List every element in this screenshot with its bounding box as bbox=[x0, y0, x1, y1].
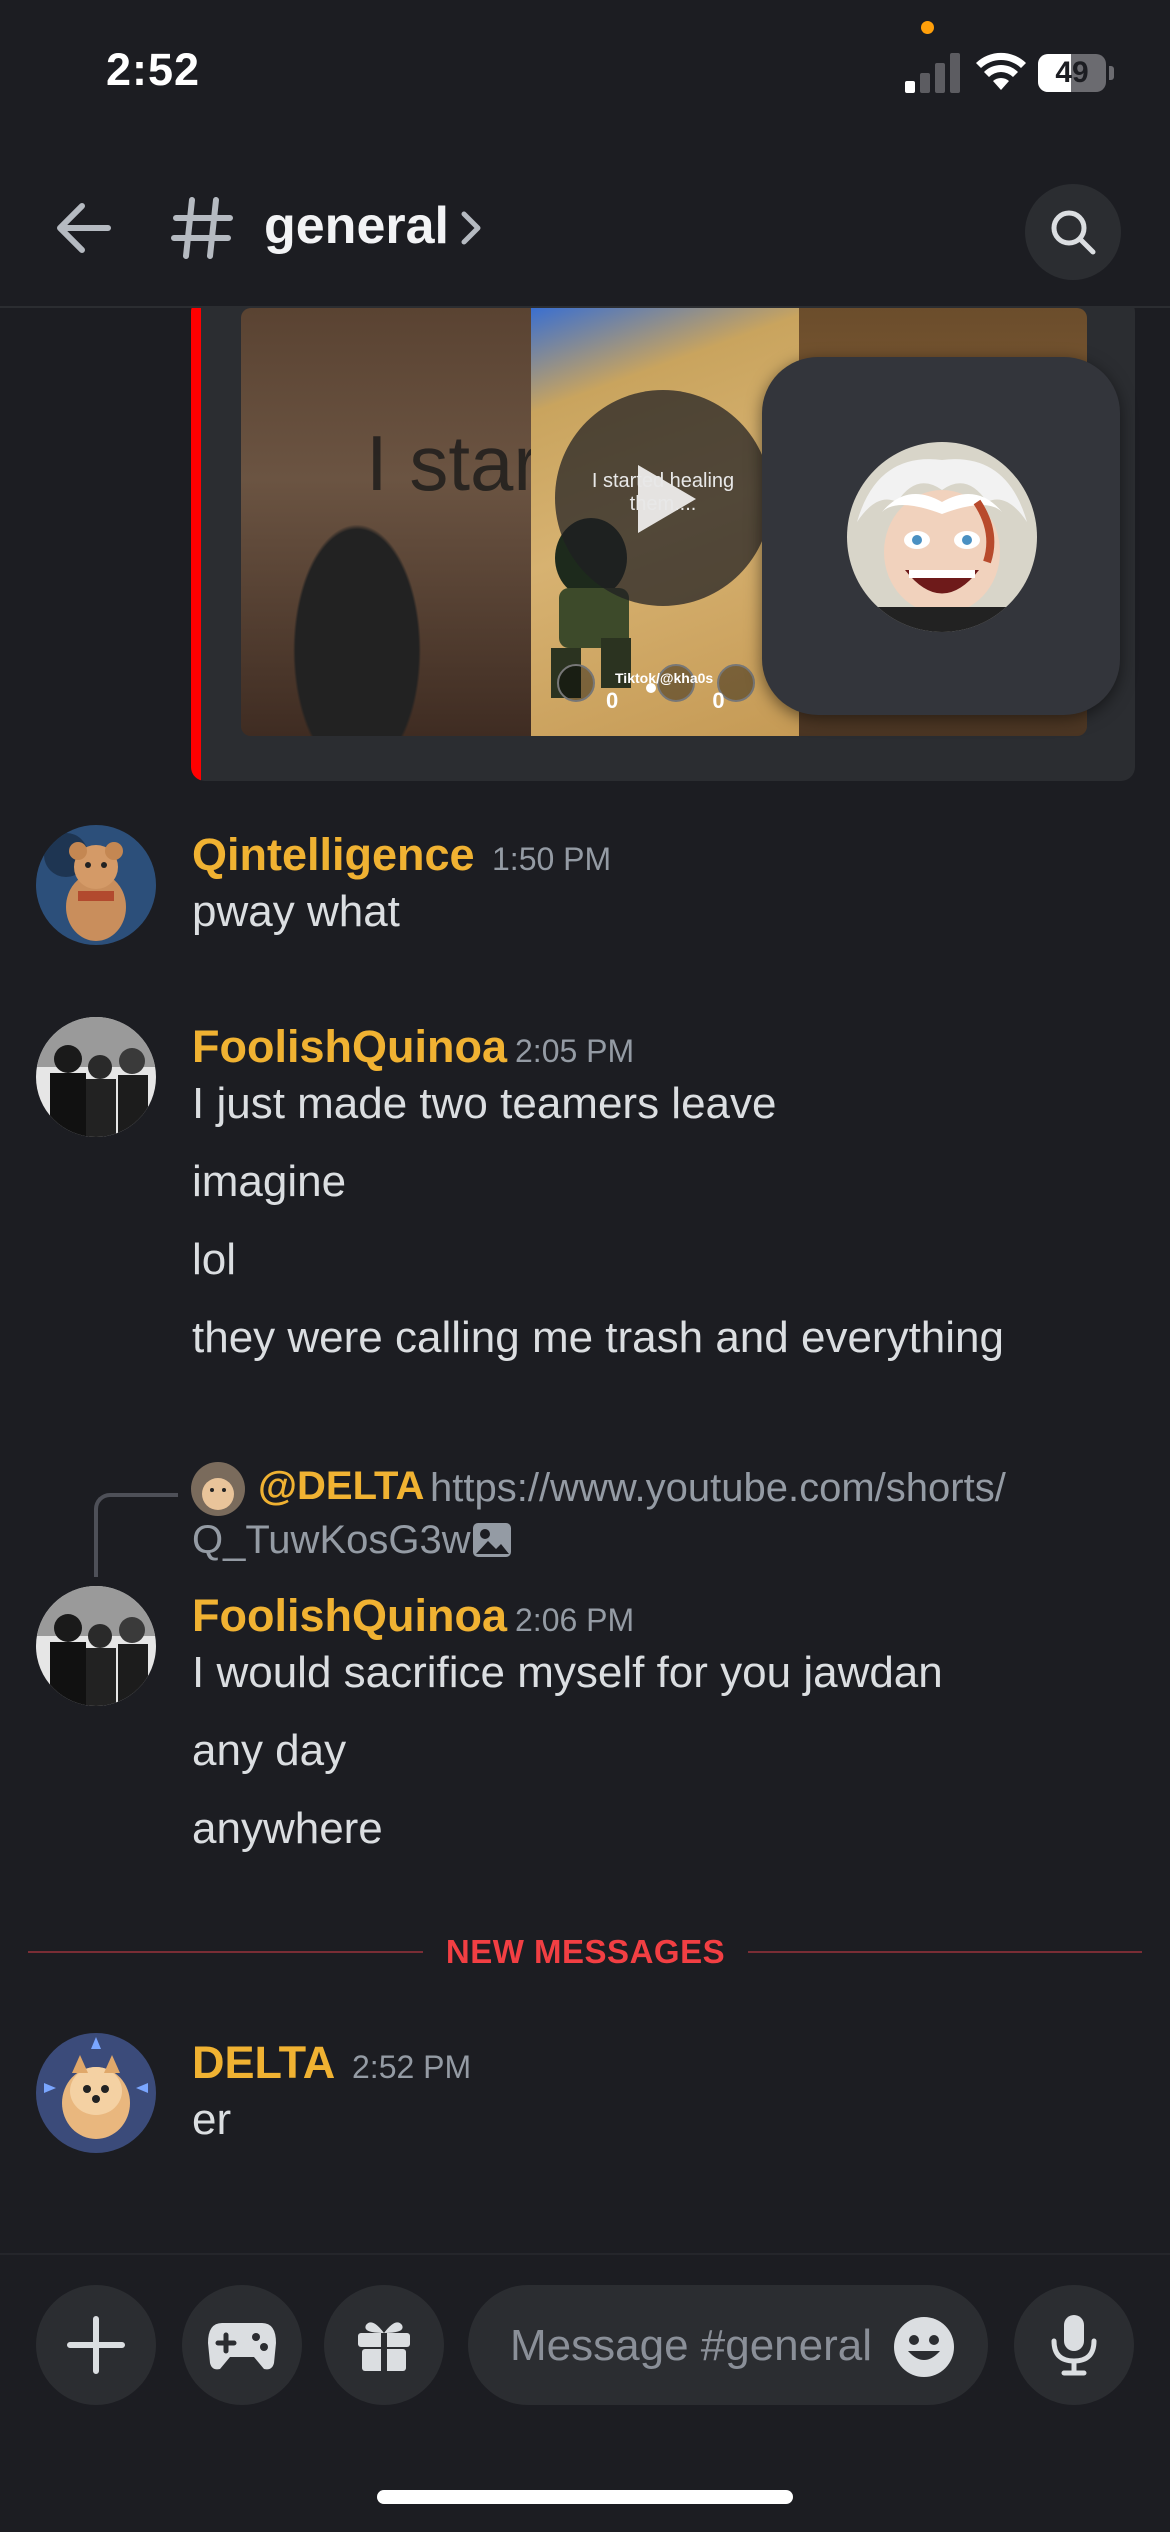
reply-avatar[interactable] bbox=[191, 1462, 245, 1516]
message-text: pway what bbox=[192, 887, 400, 936]
message-author[interactable]: DELTA bbox=[192, 2037, 335, 2089]
message-group[interactable]: @DELTA https://www.youtube.com/shorts/ Q… bbox=[0, 1458, 1170, 1853]
message-timestamp: 2:52 PM bbox=[352, 2049, 472, 2085]
cellular-signal-icon bbox=[905, 53, 960, 93]
thumbnail-caption: I started healing them.... bbox=[591, 470, 735, 515]
avatar[interactable] bbox=[36, 1586, 156, 1706]
message-timestamp: 1:50 PM bbox=[492, 841, 612, 877]
new-messages-divider: NEW MESSAGES bbox=[28, 1933, 1142, 1970]
message-group[interactable]: Qintelligence 1:50 PM pway what bbox=[0, 825, 1170, 945]
emoji-icon[interactable] bbox=[892, 2315, 956, 2379]
activities-button[interactable] bbox=[182, 2285, 302, 2405]
voice-message-button[interactable] bbox=[1014, 2285, 1134, 2405]
channel-header: general bbox=[0, 140, 1170, 308]
avatar[interactable] bbox=[36, 2033, 156, 2153]
pip-user-avatar bbox=[847, 442, 1037, 632]
message-input-placeholder: Message #general bbox=[510, 2321, 873, 2370]
message-timestamp: 2:06 PM bbox=[515, 1602, 635, 1638]
message-text: I would sacrifice myself for you jawdan bbox=[192, 1648, 943, 1697]
arrow-left-icon bbox=[57, 203, 111, 253]
reply-preview-text[interactable]: https://www.youtube.com/shorts/ bbox=[430, 1466, 1006, 1511]
reply-mention[interactable]: @DELTA bbox=[258, 1464, 424, 1509]
message-author[interactable]: Qintelligence bbox=[192, 829, 475, 881]
message-text: lol bbox=[192, 1235, 237, 1284]
new-messages-label: NEW MESSAGES bbox=[445, 1933, 726, 1970]
avatar[interactable] bbox=[36, 1017, 156, 1137]
message-author[interactable]: FoolishQuinoa bbox=[192, 1021, 507, 1073]
message-text: er bbox=[192, 2095, 232, 2144]
home-indicator[interactable] bbox=[377, 2490, 793, 2504]
thumbnail-watermark: Tiktok/@kha0s bbox=[615, 670, 714, 686]
message-group[interactable]: FoolishQuinoa 2:05 PM I just made two te… bbox=[0, 1017, 1170, 1362]
reply-preview-text[interactable]: Q_TuwKosG3w bbox=[192, 1518, 471, 1563]
message-group[interactable]: DELTA 2:52 PM er bbox=[0, 2033, 1170, 2173]
message-list[interactable]: I star I started healing them.... Tiktok… bbox=[0, 308, 1170, 2253]
message-text: they were calling me trash and everythin… bbox=[192, 1313, 1004, 1362]
status-bar: 2:52 49 bbox=[0, 0, 1170, 140]
gift-button[interactable] bbox=[324, 2285, 444, 2405]
discord-app: 2:52 49 general I star I started healing… bbox=[0, 0, 1170, 2532]
message-text: any day bbox=[192, 1726, 347, 1775]
image-icon bbox=[473, 1523, 511, 1557]
privacy-indicator-dot bbox=[921, 21, 934, 34]
message-timestamp: 2:05 PM bbox=[515, 1033, 635, 1069]
avatar[interactable] bbox=[36, 825, 156, 945]
message-author[interactable]: FoolishQuinoa bbox=[192, 1590, 507, 1642]
search-icon bbox=[1051, 210, 1096, 255]
chevron-right-icon[interactable] bbox=[458, 208, 486, 248]
channel-hash-icon bbox=[171, 197, 233, 259]
microphone-icon bbox=[1051, 2315, 1097, 2376]
wifi-icon bbox=[976, 52, 1026, 90]
back-button[interactable] bbox=[48, 192, 120, 264]
embed-accent-bar bbox=[191, 308, 201, 781]
add-attachment-button[interactable] bbox=[36, 2285, 156, 2405]
plus-icon bbox=[67, 2316, 125, 2374]
voice-call-pip[interactable] bbox=[762, 357, 1120, 715]
message-text: anywhere bbox=[192, 1804, 383, 1853]
gamepad-icon bbox=[208, 2323, 276, 2370]
thumbnail-left-text: I star bbox=[366, 419, 540, 507]
thumbnail-left-frame: I star bbox=[241, 308, 539, 736]
channel-name[interactable]: general bbox=[264, 196, 449, 256]
battery-icon: 49 bbox=[1038, 54, 1114, 94]
message-text: I just made two teamers leave bbox=[192, 1079, 777, 1128]
message-input[interactable]: Message #general bbox=[468, 2285, 988, 2405]
message-text: imagine bbox=[192, 1157, 347, 1206]
battery-percent: 49 bbox=[1055, 56, 1089, 89]
search-button[interactable] bbox=[1025, 184, 1121, 280]
reply-connector bbox=[94, 1493, 178, 1577]
gift-icon bbox=[358, 2322, 410, 2371]
status-time: 2:52 bbox=[106, 44, 201, 95]
